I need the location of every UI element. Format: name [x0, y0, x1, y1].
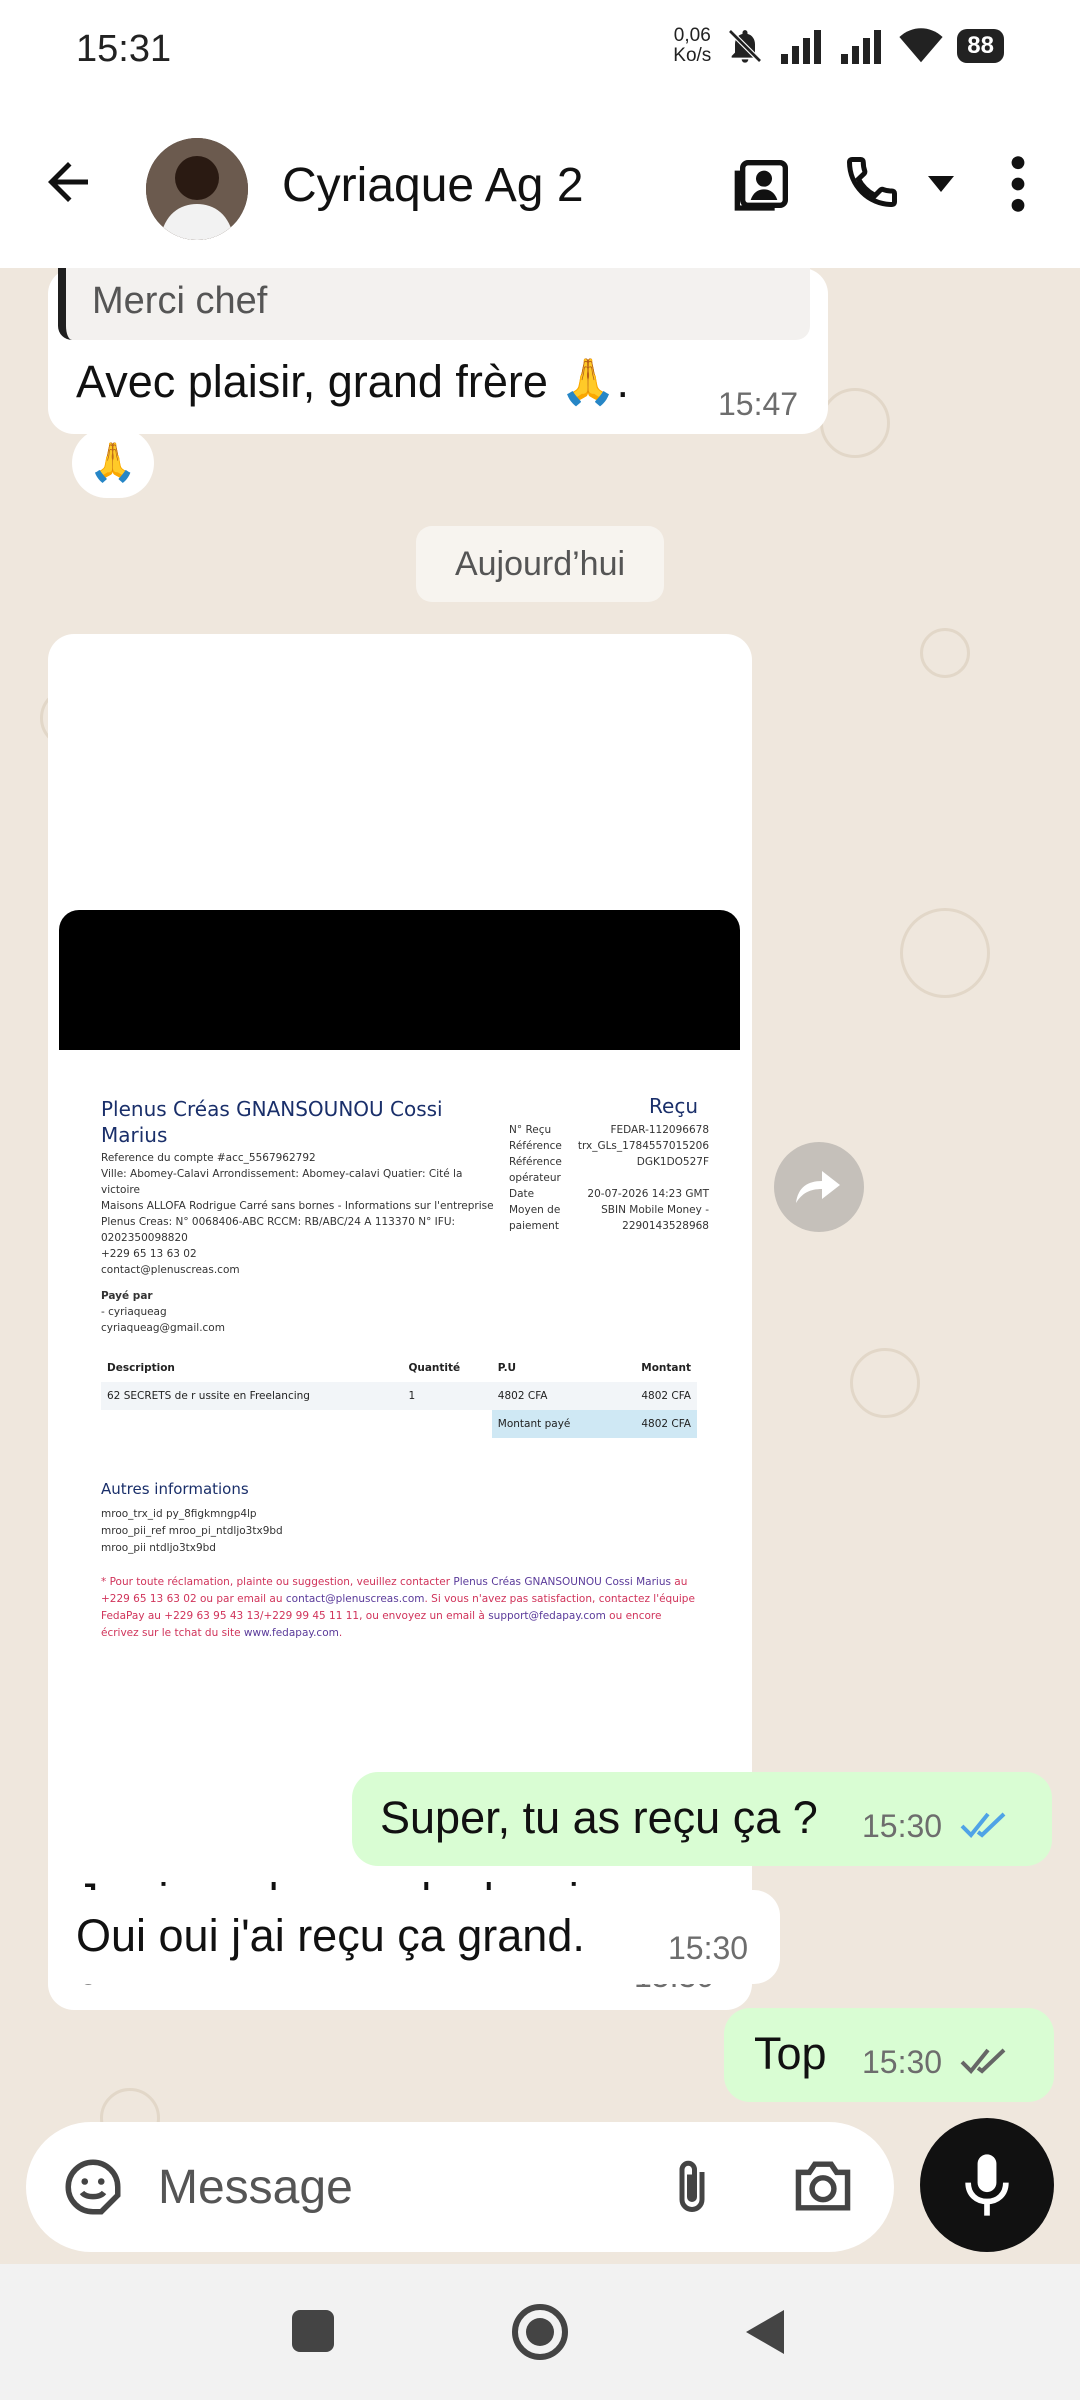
message-bubble-outgoing[interactable]: Top 15:30	[724, 2008, 1054, 2102]
avatar-image	[146, 138, 248, 240]
message-reaction[interactable]: 🙏	[72, 428, 154, 498]
read-receipt-icon	[960, 1812, 1006, 1838]
receipt-heading: Reçu	[649, 1094, 698, 1118]
system-nav-bar	[0, 2264, 1080, 2400]
forward-icon	[796, 1171, 840, 1203]
other-info-list: mroo_trx_id py_8figkmngp4lp mroo_pii_ref…	[101, 1506, 283, 1557]
battery-indicator: 88	[957, 29, 1004, 63]
info-line: Reference du compte #acc_5567962792	[101, 1152, 316, 1164]
message-composer[interactable]: Message	[26, 2122, 894, 2252]
phone-icon[interactable]	[842, 152, 902, 212]
message-time: 15:47	[718, 386, 799, 422]
back-triangle-icon[interactable]	[742, 2306, 788, 2358]
chevron-down-icon[interactable]	[926, 174, 956, 194]
meta-row: opérateur	[509, 1172, 561, 1184]
message-input[interactable]: Message	[158, 2160, 353, 2215]
message-text: Super, tu as reçu ça ?	[380, 1792, 818, 1843]
signal-2-icon	[841, 30, 882, 64]
meta-row: Référence trx_GLs_1784557015206	[509, 1140, 709, 1152]
contact-card-icon[interactable]	[732, 152, 796, 216]
sticker-icon[interactable]	[60, 2154, 126, 2220]
wifi-icon	[899, 28, 943, 63]
table-header: Quantité	[408, 1362, 461, 1374]
message-time: 15:30	[668, 1930, 749, 1966]
home-circle-icon[interactable]	[510, 2302, 570, 2362]
table-row: 62 SECRETS de r ussite en Freelancing 1 …	[101, 1382, 697, 1410]
message-text: Avec plaisir, grand frère 🙏.	[76, 356, 629, 407]
table-cell: 62 SECRETS de r ussite en Freelancing	[101, 1382, 403, 1410]
status-time: 15:31	[76, 28, 172, 70]
meta-row: N° Reçu FEDAR-112096678	[509, 1124, 709, 1136]
other-info-title: Autres informations	[101, 1480, 249, 1498]
info-line: Plenus Creas: N° 0068406-ABC RCCM: RB/AB…	[101, 1216, 456, 1228]
network-speed-value: 0,06	[673, 25, 711, 46]
quoted-text: Merci chef	[92, 280, 268, 322]
message-text: Top	[754, 2028, 827, 2079]
table-header-row: Description Quantité P.U Montant	[101, 1354, 697, 1382]
camera-icon[interactable]	[790, 2156, 856, 2216]
payer-label: Payé par	[101, 1290, 153, 1302]
quoted-message[interactable]: Merci chef	[58, 268, 810, 340]
network-speed-unit: Ko/s	[673, 45, 712, 66]
message-time: 15:30	[862, 2044, 943, 2080]
info-line: mroo_pii ntdljo3tx9bd	[101, 1542, 216, 1554]
info-line: contact@plenuscreas.com	[101, 1264, 240, 1276]
redacted-area	[59, 910, 740, 1050]
network-speed: 0,06 Ko/s	[673, 26, 711, 66]
message-bubble-incoming[interactable]: Oui oui j'ai reçu ça grand. 15:30	[48, 1890, 780, 1984]
receipt-company-info: Reference du compte #acc_5567962792 Vill…	[101, 1150, 501, 1336]
meta-row: Date 20-07-2026 14:23 GMT	[509, 1188, 709, 1200]
attachment-icon[interactable]	[662, 2152, 722, 2222]
table-cell: 1	[402, 1382, 492, 1410]
info-line: Maisons ALLOFA Rodrigue Carré sans borne…	[101, 1200, 494, 1212]
wallpaper-doodle	[820, 388, 890, 458]
payer-line: - cyriaqueag	[101, 1306, 167, 1318]
receipt-meta: N° Reçu FEDAR-112096678 Référence trx_GLs_…	[509, 1122, 709, 1234]
chat-area[interactable]: Merci chef Avec plaisir, grand frère 🙏. …	[0, 268, 1080, 2264]
table-cell: 4802 CFA	[491, 1382, 611, 1410]
info-line: +229 65 13 63 02	[101, 1248, 197, 1260]
back-arrow-icon[interactable]	[38, 152, 98, 212]
meta-row: Moyen de SBIN Mobile Money -	[509, 1204, 709, 1216]
recents-square-icon[interactable]	[290, 2308, 336, 2354]
chat-header: Cyriaque Ag 2	[0, 100, 1080, 268]
info-line: mroo_trx_id py_8figkmngp4lp	[101, 1508, 257, 1520]
delivered-receipt-icon	[960, 2048, 1006, 2074]
table-cell: 4802 CFA	[610, 1382, 697, 1410]
forward-button[interactable]	[774, 1142, 864, 1232]
meta-row: paiement 2290143528968	[509, 1220, 709, 1232]
more-options-icon[interactable]	[1000, 152, 1036, 216]
signal-icon	[781, 30, 822, 64]
receipt-note: * Pour toute réclamation, plainte ou sug…	[101, 1576, 695, 1639]
contact-name[interactable]: Cyriaque Ag 2	[282, 158, 584, 213]
bell-off-icon	[728, 29, 763, 63]
status-icons: 0,06 Ko/s 88	[673, 26, 1004, 66]
message-bubble-outgoing[interactable]: Super, tu as reçu ça ? 15:30	[352, 1772, 1052, 1866]
message-bubble-incoming[interactable]: Merci chef Avec plaisir, grand frère 🙏. …	[48, 268, 828, 434]
voice-record-button[interactable]	[920, 2118, 1054, 2252]
receipt-image[interactable]: Plenus Créas GNANSOUNOU Cossi Marius Reç…	[59, 910, 740, 1845]
table-header: P.U	[497, 1362, 517, 1374]
total-value: 4802 CFA	[610, 1410, 697, 1438]
info-line: 0202350098820	[101, 1232, 188, 1244]
wallpaper-doodle	[920, 628, 970, 678]
wallpaper-doodle	[900, 908, 990, 998]
table-header: Description	[107, 1362, 175, 1374]
date-separator: Aujourd’hui	[416, 526, 664, 602]
table-header: Montant	[641, 1362, 691, 1374]
table-total-row: Montant payé 4802 CFA	[101, 1410, 697, 1438]
avatar[interactable]	[146, 138, 248, 240]
receipt-company: Plenus Créas GNANSOUNOU Cossi Marius	[101, 1097, 443, 1147]
payer-line: cyriaqueag@gmail.com	[101, 1322, 225, 1334]
meta-row: Référence DGK1DO527F	[509, 1156, 709, 1168]
microphone-icon	[965, 2154, 1009, 2216]
wallpaper-doodle	[850, 1348, 920, 1418]
message-text: Oui oui j'ai reçu ça grand.	[76, 1910, 585, 1961]
receipt-table: Description Quantité P.U Montant 62 SECR…	[101, 1354, 697, 1438]
info-line: mroo_pii_ref mroo_pi_ntdljo3tx9bd	[101, 1525, 283, 1537]
info-line: Ville: Abomey-Calavi Arrondissement: Abo…	[101, 1168, 463, 1196]
total-label: Montant payé	[491, 1410, 611, 1438]
status-bar: 15:31 0,06 Ko/s 88	[0, 0, 1080, 100]
message-time: 15:30	[862, 1808, 943, 1844]
